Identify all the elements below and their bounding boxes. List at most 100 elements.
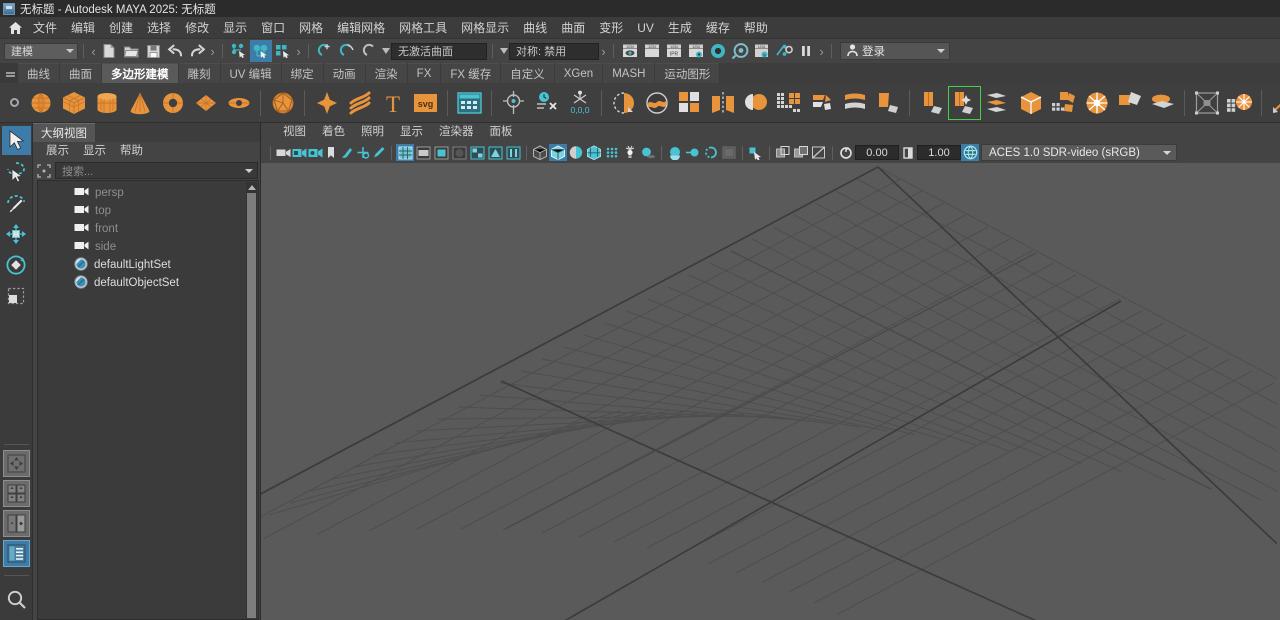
poly-svg-icon[interactable]: svg bbox=[409, 86, 442, 120]
viewport-menu-shading[interactable]: 着色 bbox=[314, 123, 353, 142]
shelf-tab-animation[interactable]: 动画 bbox=[323, 63, 365, 83]
poly-spreadsheet-icon[interactable] bbox=[453, 86, 486, 120]
render-settings-icon[interactable]: 1234 bbox=[685, 40, 707, 62]
menu-item-deform[interactable]: 变形 bbox=[592, 17, 630, 39]
select-by-component-icon[interactable] bbox=[272, 40, 294, 62]
outliner-item-default-object-set[interactable]: defaultObjectSet bbox=[38, 274, 258, 292]
menu-item-mesh-display[interactable]: 网格显示 bbox=[454, 17, 516, 39]
toggle-safe-title-icon[interactable] bbox=[504, 144, 522, 161]
shelf-tab-fx[interactable]: FX bbox=[407, 63, 441, 83]
shelf-options-icon[interactable] bbox=[4, 98, 24, 107]
menu-item-display[interactable]: 显示 bbox=[216, 17, 254, 39]
texture-icon[interactable] bbox=[603, 144, 621, 161]
save-scene-icon[interactable] bbox=[142, 40, 164, 62]
shelf-tab-poly-modeling[interactable]: 多边形建模 bbox=[102, 63, 178, 83]
poly-torus-icon[interactable] bbox=[156, 86, 189, 120]
shelf-tab-xgen[interactable]: XGen bbox=[554, 63, 603, 83]
poly-soup-icon[interactable] bbox=[310, 86, 343, 120]
exposure-field[interactable]: 0.00 bbox=[855, 145, 899, 160]
menu-item-curves[interactable]: 曲线 bbox=[516, 17, 554, 39]
screen-space-ao-icon[interactable] bbox=[666, 144, 684, 161]
select-by-hierarchy-icon[interactable] bbox=[228, 40, 250, 62]
group-close-bracket[interactable]: › bbox=[294, 40, 303, 62]
poly-cylinder-icon[interactable] bbox=[90, 86, 123, 120]
layout-two-pane-icon[interactable] bbox=[2, 510, 30, 537]
layout-persp-outliner-icon[interactable] bbox=[2, 540, 30, 567]
group-open-bracket[interactable]: ‹ bbox=[89, 40, 98, 62]
wireframe-on-shaded-icon[interactable] bbox=[585, 144, 603, 161]
shelf-tab-fx-caching[interactable]: FX 缓存 bbox=[441, 63, 501, 83]
shelf-tab-surfaces[interactable]: 曲面 bbox=[60, 63, 101, 83]
hypershade-icon[interactable] bbox=[707, 40, 729, 62]
sculpt-icon[interactable] bbox=[1146, 86, 1179, 120]
bevel-icon[interactable] bbox=[805, 86, 838, 120]
shelf-grip-icon[interactable] bbox=[2, 63, 18, 83]
snap-to-grid-icon[interactable] bbox=[314, 40, 336, 62]
reset-transform-icon[interactable]: 0,0,0 bbox=[563, 86, 596, 120]
grease-pencil-icon[interactable] bbox=[355, 144, 371, 161]
viewport-menu-renderer[interactable]: 渲染器 bbox=[431, 123, 482, 142]
bridge-icon[interactable] bbox=[838, 86, 871, 120]
symmetry-field[interactable]: 对称: 禁用 bbox=[509, 42, 599, 60]
search-input[interactable]: 搜索... bbox=[55, 162, 258, 179]
symmetry-chevron-icon[interactable] bbox=[498, 40, 509, 62]
menu-item-edit-mesh[interactable]: 编辑网格 bbox=[330, 17, 392, 39]
render-sequence-icon[interactable]: 1234 bbox=[641, 40, 663, 62]
layout-four-pane-icon[interactable] bbox=[2, 480, 30, 507]
viewport-menu-panels[interactable]: 面板 bbox=[482, 123, 521, 142]
toggle-gate-mask-icon[interactable] bbox=[450, 144, 468, 161]
undo-icon[interactable] bbox=[164, 40, 186, 62]
toggle-field-chart-icon[interactable] bbox=[468, 144, 486, 161]
snap-to-curve-icon[interactable] bbox=[336, 40, 358, 62]
shelf-tab-rigging[interactable]: 绑定 bbox=[281, 63, 323, 83]
menu-item-mesh[interactable]: 网格 bbox=[292, 17, 330, 39]
shelf-tab-custom[interactable]: 自定义 bbox=[501, 63, 554, 83]
outliner-item-side[interactable]: side bbox=[38, 238, 258, 256]
scrollbar-thumb[interactable] bbox=[247, 193, 256, 618]
ipr-render-icon[interactable]: 1234 IPR bbox=[663, 40, 685, 62]
pause-icon[interactable] bbox=[795, 40, 817, 62]
poly-sphere-icon[interactable] bbox=[24, 86, 57, 120]
crease-icon[interactable] bbox=[1080, 86, 1113, 120]
offset-edge-loop-icon[interactable] bbox=[948, 86, 981, 120]
outliner-scrollbar[interactable] bbox=[246, 182, 257, 618]
menuset-selector[interactable]: 建模 bbox=[4, 42, 78, 60]
group-close-bracket[interactable]: › bbox=[599, 40, 608, 62]
pencil-icon[interactable] bbox=[371, 144, 387, 161]
outliner-tab[interactable]: 大纲视图 bbox=[33, 123, 95, 142]
open-scene-icon[interactable] bbox=[120, 40, 142, 62]
combine-icon[interactable] bbox=[607, 86, 640, 120]
smooth-shade-all-icon[interactable] bbox=[549, 144, 567, 161]
menu-item-uv[interactable]: UV bbox=[630, 17, 661, 39]
poly-reduce-icon[interactable] bbox=[981, 86, 1014, 120]
snap-options-chevron-icon[interactable] bbox=[380, 40, 391, 62]
menu-item-select[interactable]: 选择 bbox=[140, 17, 178, 39]
viewport-menu-show[interactable]: 显示 bbox=[392, 123, 431, 142]
poly-plane-icon[interactable] bbox=[189, 86, 222, 120]
shadows-icon[interactable] bbox=[639, 144, 657, 161]
toggle-resolution-gate-icon[interactable] bbox=[432, 144, 450, 161]
group-close-bracket[interactable]: › bbox=[208, 40, 217, 62]
outliner-menu-help[interactable]: 帮助 bbox=[113, 142, 150, 161]
xray-icon[interactable] bbox=[774, 144, 792, 161]
outliner-item-top[interactable]: top bbox=[38, 202, 258, 220]
poly-platonic-icon[interactable] bbox=[266, 86, 299, 120]
selection-mask-icon[interactable] bbox=[37, 163, 51, 178]
toggle-grid-icon[interactable] bbox=[396, 144, 414, 161]
multisample-aa-icon[interactable] bbox=[702, 144, 720, 161]
outliner-item-persp[interactable]: persp bbox=[38, 184, 258, 202]
layout-single-pane-icon[interactable] bbox=[2, 450, 30, 477]
append-polygon-icon[interactable] bbox=[871, 86, 904, 120]
toggle-playback-icon[interactable] bbox=[773, 40, 795, 62]
snap-to-point-icon[interactable] bbox=[358, 40, 380, 62]
rotate-tool-icon[interactable] bbox=[2, 250, 31, 279]
shelf-tab-curves[interactable]: 曲线 bbox=[18, 63, 59, 83]
color-management-dropdown[interactable]: ACES 1.0 SDR-video (sRGB) bbox=[981, 144, 1177, 161]
mirror-icon[interactable] bbox=[706, 86, 739, 120]
menu-item-help[interactable]: 帮助 bbox=[737, 17, 775, 39]
use-all-lights-icon[interactable] bbox=[621, 144, 639, 161]
select-by-object-icon[interactable] bbox=[250, 40, 272, 62]
live-surface-field[interactable]: 无激活曲面 bbox=[391, 42, 487, 60]
menu-item-file[interactable]: 文件 bbox=[26, 17, 64, 39]
lasso-select-tool-icon[interactable] bbox=[2, 157, 31, 186]
